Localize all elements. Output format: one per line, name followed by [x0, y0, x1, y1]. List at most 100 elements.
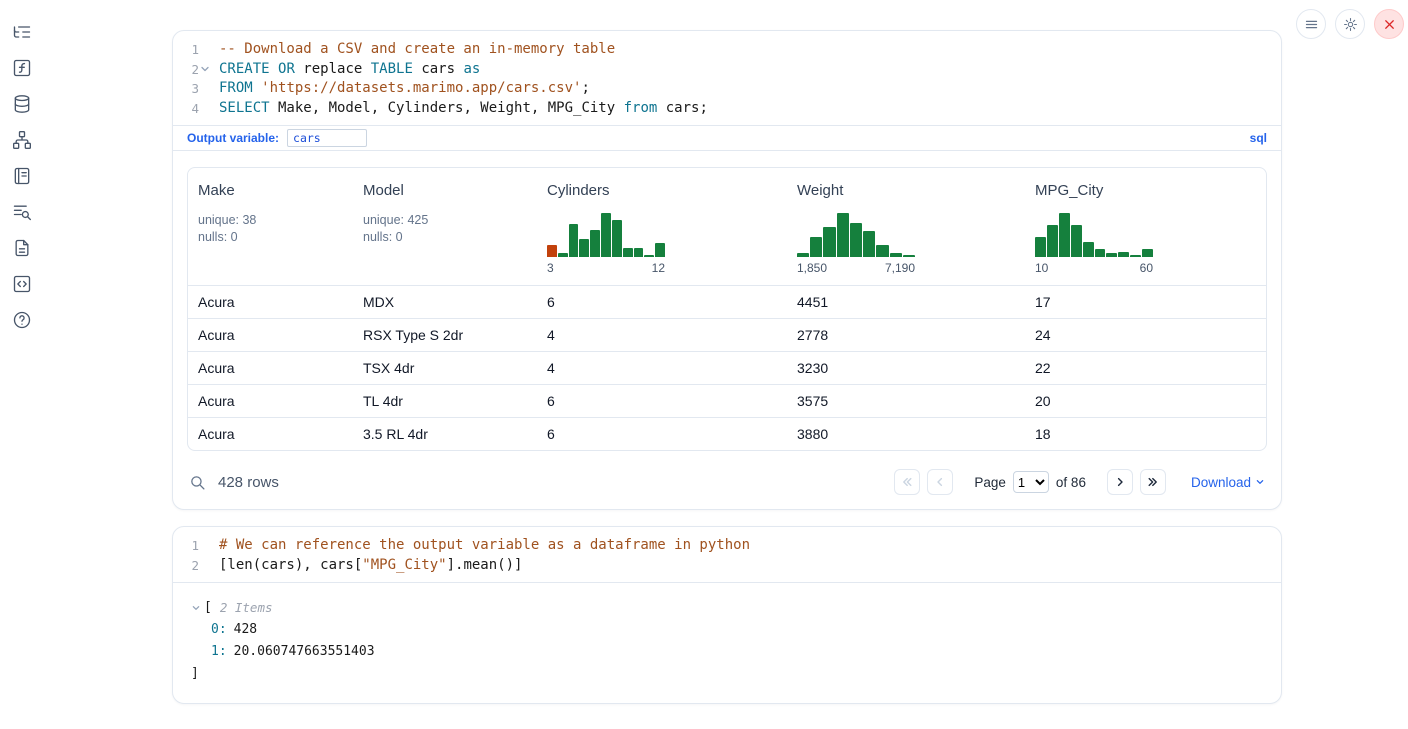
histogram-bar	[850, 223, 862, 257]
first-page-button[interactable]	[894, 469, 920, 495]
table-cell: TSX 4dr	[353, 352, 537, 385]
column-header-mpg-city[interactable]: MPG_City 10 60	[1025, 168, 1267, 286]
table-cell: 4451	[787, 286, 1025, 319]
items-count-label: 2 Items	[220, 597, 273, 619]
table-row[interactable]: AcuraRSX Type S 2dr4277824	[188, 319, 1267, 352]
histogram-bar	[903, 255, 915, 257]
table-body: AcuraMDX6445117AcuraRSX Type S 2dr427782…	[188, 286, 1267, 451]
code-text[interactable]: [len(cars), cars["MPG_City"].mean()]	[219, 556, 522, 576]
table-cell: 18	[1025, 418, 1267, 451]
histogram-bar	[1047, 225, 1058, 257]
last-page-button[interactable]	[1140, 469, 1166, 495]
table-cell: 6	[537, 418, 787, 451]
table-row[interactable]: AcuraMDX6445117	[188, 286, 1267, 319]
left-sidebar	[0, 0, 44, 729]
output-variable-input[interactable]	[287, 129, 367, 147]
histogram-bar	[863, 231, 875, 257]
code-text[interactable]: -- Download a CSV and create an in-memor…	[219, 40, 615, 60]
mpg-city-histogram[interactable]	[1035, 211, 1153, 257]
table-cell: Acura	[188, 286, 353, 319]
histogram-bar	[601, 213, 611, 257]
chevron-down-icon	[1255, 477, 1265, 487]
page-label: Page	[974, 475, 1006, 490]
column-header-cylinders[interactable]: Cylinders 3 12	[537, 168, 787, 286]
code-text[interactable]: CREATE OR replace TABLE cars as	[219, 60, 480, 80]
marimo-notebook: 1 -- Download a CSV and create an in-memo…	[0, 0, 1408, 729]
sql-code-editor[interactable]: 1 -- Download a CSV and create an in-memo…	[173, 31, 1281, 125]
database-icon[interactable]	[11, 93, 33, 115]
histogram-bar	[558, 253, 568, 257]
fold-gutter-spacer	[199, 556, 211, 576]
output-variable-label: Output variable:	[187, 131, 279, 145]
table-cell: Acura	[188, 319, 353, 352]
table-row[interactable]: AcuraTL 4dr6357520	[188, 385, 1267, 418]
open-bracket: [	[204, 597, 212, 619]
download-button[interactable]: Download	[1191, 475, 1265, 490]
dependency-graph-icon[interactable]	[11, 129, 33, 151]
nulls-stat: nulls: 0	[363, 229, 527, 246]
table-cell: 6	[537, 286, 787, 319]
python-output: [ 2 Items 0:428 1:20.060747663551403 ]	[173, 583, 1281, 703]
snippets-icon[interactable]	[11, 273, 33, 295]
table-row[interactable]: Acura3.5 RL 4dr6388018	[188, 418, 1267, 451]
histogram-bar	[1095, 249, 1106, 257]
pagination: Page 1 of 86 Download	[894, 469, 1265, 495]
histogram-bar	[1035, 237, 1046, 257]
nulls-stat: nulls: 0	[198, 229, 343, 246]
logs-search-icon[interactable]	[11, 201, 33, 223]
code-text[interactable]: SELECT Make, Model, Cylinders, Weight, M…	[219, 99, 708, 119]
table-cell: Acura	[188, 418, 353, 451]
table-cell: TL 4dr	[353, 385, 537, 418]
document-icon[interactable]	[11, 237, 33, 259]
histogram-bar	[1071, 225, 1082, 257]
close-button[interactable]	[1374, 9, 1404, 39]
hist-min-label: 1,850	[797, 261, 827, 275]
menu-button[interactable]	[1296, 9, 1326, 39]
next-page-button[interactable]	[1107, 469, 1133, 495]
table-cell: 17	[1025, 286, 1267, 319]
histogram-bar	[579, 239, 589, 257]
histogram-bar	[1142, 249, 1153, 257]
notebook-icon[interactable]	[11, 165, 33, 187]
search-icon[interactable]	[189, 474, 206, 491]
page-select[interactable]: 1	[1013, 471, 1049, 493]
collapse-chevron-icon[interactable]	[191, 603, 204, 613]
histogram-bar	[547, 245, 557, 257]
unique-stat: unique: 425	[363, 212, 527, 229]
histogram-bar	[810, 237, 822, 257]
table-header-row: Make unique: 38 nulls: 0 Model unique: 4…	[188, 168, 1267, 286]
histogram-bar	[797, 253, 809, 257]
code-text[interactable]: # We can reference the output variable a…	[219, 536, 750, 556]
file-tree-icon[interactable]	[11, 21, 33, 43]
column-header-weight[interactable]: Weight 1,850 7,190	[787, 168, 1025, 286]
column-header-model[interactable]: Model unique: 425 nulls: 0	[353, 168, 537, 286]
table-cell: RSX Type S 2dr	[353, 319, 537, 352]
table-row[interactable]: AcuraTSX 4dr4323022	[188, 352, 1267, 385]
weight-histogram[interactable]	[797, 211, 915, 257]
prev-page-button[interactable]	[927, 469, 953, 495]
code-text[interactable]: FROM 'https://datasets.marimo.app/cars.c…	[219, 79, 590, 99]
cylinders-histogram[interactable]	[547, 211, 665, 257]
hist-min-label: 10	[1035, 261, 1048, 275]
table-cell: 2778	[787, 319, 1025, 352]
top-right-controls	[1296, 9, 1404, 39]
column-header-make[interactable]: Make unique: 38 nulls: 0	[188, 168, 353, 286]
hamburger-icon	[1304, 17, 1319, 32]
sql-cell: 1 -- Download a CSV and create an in-memo…	[172, 30, 1282, 510]
settings-button[interactable]	[1335, 9, 1365, 39]
function-icon[interactable]	[11, 57, 33, 79]
fold-chevron-icon[interactable]	[199, 60, 211, 80]
line-number: 1	[181, 40, 199, 60]
histogram-bar	[1106, 253, 1117, 257]
gear-icon	[1343, 17, 1358, 32]
language-badge[interactable]: sql	[1250, 131, 1267, 145]
line-number: 4	[181, 99, 199, 119]
help-icon[interactable]	[11, 309, 33, 331]
close-icon	[1382, 17, 1397, 32]
table-cell: 4	[537, 352, 787, 385]
table-cell: 20	[1025, 385, 1267, 418]
table-cell: 24	[1025, 319, 1267, 352]
table-cell: 3.5 RL 4dr	[353, 418, 537, 451]
python-code-editor[interactable]: 1# We can reference the output variable …	[173, 527, 1281, 583]
histogram-bar	[1059, 213, 1070, 257]
